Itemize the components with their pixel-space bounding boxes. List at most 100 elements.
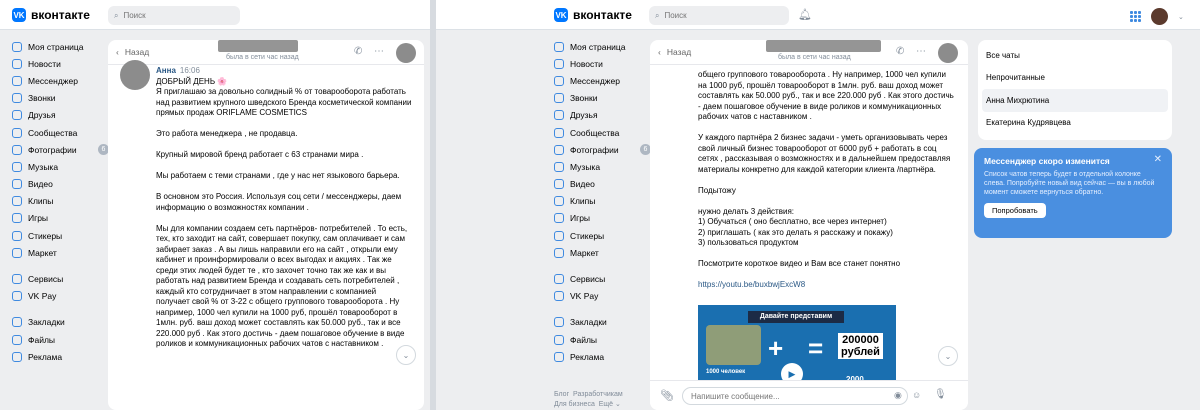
smile-icon[interactable]: ☺ [912,390,921,400]
nav-item-user[interactable]: Моя страница [554,38,659,55]
nav-item-label: VK Pay [570,291,599,302]
back-button[interactable]: Назад [125,47,149,57]
nav-item-services[interactable]: Сервисы [12,270,117,287]
contact-avatar[interactable] [938,43,958,63]
chat-filter-item[interactable]: Все чаты [978,44,1172,67]
chat-list-item[interactable]: Анна Михрютина [982,89,1168,112]
footer-blog[interactable]: Блог [554,391,569,398]
nav-item-communities[interactable]: Сообщества [12,124,117,141]
search-input[interactable] [123,11,225,20]
more-icon[interactable]: ⋯ [916,46,926,57]
close-icon[interactable]: ✕ [1154,154,1162,165]
nav-item-services[interactable]: Сервисы [554,270,659,287]
back-icon[interactable]: ‹ [116,47,119,57]
nav-item-friends[interactable]: Друзья [554,107,659,124]
notifications-icon[interactable]: 🔔︎ [798,8,812,21]
video-preview[interactable]: Давайте представим + = 200000 рублей 100… [698,305,896,385]
nav-item-market[interactable]: Маркет [12,244,117,261]
scroll-down-button[interactable]: ⌄ [396,345,416,365]
messenger-icon [554,75,564,86]
nav-item-clips[interactable]: Клипы [12,193,117,210]
profile-avatar[interactable] [1151,8,1168,25]
video-amount: 200000 рублей [838,333,883,359]
nav-item-user[interactable]: Моя страница [12,38,117,55]
nav-item-bookmarks[interactable]: Закладки [554,314,659,331]
music-icon [554,161,564,172]
online-status: была в сети час назад [778,54,851,61]
nav-item-vkpay[interactable]: VK Pay [12,288,117,305]
vk-logo[interactable]: VK вконтакте [554,8,632,22]
nav-item-communities[interactable]: Сообщества [554,124,659,141]
nav-item-messenger[interactable]: Мессенджер [554,72,659,89]
chat-filter-panel: Все чаты Непрочитанные Анна Михрютина Екате… [978,40,1172,140]
search-box[interactable]: ⌕ [649,6,789,25]
nav-item-phone[interactable]: Звонки [12,90,117,107]
nav-item-stickers[interactable]: Стикеры [12,227,117,244]
nav-item-photos[interactable]: Фотографии 6 [12,141,117,158]
message-input[interactable] [682,387,908,405]
nav-item-market[interactable]: Маркет [554,244,659,261]
chat-list-item[interactable]: Екатерина Кудрявцева [978,112,1172,135]
nav-divider [554,261,659,270]
contact-avatar[interactable] [396,43,416,63]
nav-item-video[interactable]: Видео [12,176,117,193]
video-banner: Давайте представим [748,311,844,323]
nav-item-music[interactable]: Музыка [554,158,659,175]
bookmarks-icon [554,317,564,328]
footer-more[interactable]: Ещё ⌄ [599,401,621,408]
nav-item-bookmarks[interactable]: Закладки [12,314,117,331]
nav-item-video[interactable]: Видео [554,176,659,193]
more-icon[interactable]: ⋯ [374,46,384,57]
attach-icon[interactable]: 📎︎ [660,389,674,402]
nav-item-files[interactable]: Файлы [12,331,117,348]
message-paragraph: У каждого партнёра 2 бизнес задачи - уме… [698,133,951,174]
clips-icon [554,196,564,207]
footer-devs[interactable]: Разработчикам [573,391,623,398]
voice-icon[interactable]: 🎙︎ [934,389,947,400]
camera-icon[interactable]: ◉ [894,390,902,401]
nav-item-stickers[interactable]: Стикеры [554,227,659,244]
call-icon[interactable]: ✆ [354,46,362,57]
nav-item-friends[interactable]: Друзья [12,107,117,124]
footer-biz[interactable]: Для бизнеса [554,401,595,408]
back-button[interactable]: Назад [667,47,691,57]
nav-item-label: Музыка [28,161,59,172]
files-icon [12,334,22,345]
people-illustration [706,325,761,365]
try-button[interactable]: Попробовать [984,203,1046,218]
search-box[interactable]: ⌕ [108,6,240,25]
author-avatar[interactable] [120,60,150,90]
nav-item-phone[interactable]: Звонки [554,90,659,107]
call-icon[interactable]: ✆ [896,46,904,57]
apps-grid-icon[interactable] [1130,11,1141,22]
nav-item-news[interactable]: Новости [554,55,659,72]
nav-item-photos[interactable]: Фотографии 6 [554,141,659,158]
nav-item-news[interactable]: Новости [12,55,117,72]
back-icon[interactable]: ‹ [658,47,661,57]
photos-icon [554,144,564,155]
scroll-down-button[interactable]: ⌄ [938,346,958,366]
author-name[interactable]: Анна [156,66,176,75]
video-link[interactable]: https://youtu.be/buxbwjExcW8 [698,280,956,291]
nav-item-games[interactable]: Игры [12,210,117,227]
vk-logo[interactable]: VK вконтакте [12,8,90,22]
nav-item-label: Друзья [570,110,598,121]
message-paragraph: Мы для компании создаем сеть партнёров- … [156,223,408,349]
nav-item-ads[interactable]: Реклама [554,348,659,365]
nav-item-messenger[interactable]: Мессенджер [12,72,117,89]
nav-item-music[interactable]: Музыка [12,158,117,175]
brand-name: вконтакте [573,8,632,22]
nav-item-ads[interactable]: Реклама [12,348,117,365]
chat-filter-item[interactable]: Непрочитанные [978,67,1172,90]
nav-item-files[interactable]: Файлы [554,331,659,348]
brand-name: вконтакте [31,8,90,22]
nav-item-clips[interactable]: Клипы [554,193,659,210]
online-status: была в сети час назад [226,54,299,61]
nav-item-label: Стикеры [28,230,63,241]
chevron-down-icon[interactable]: ⌄ [1178,13,1184,21]
composer: 📎︎ ◉ ☺ 🎙︎ [650,380,968,410]
nav-item-vkpay[interactable]: VK Pay [554,288,659,305]
nav-item-games[interactable]: Игры [554,210,659,227]
user-icon [12,41,22,52]
search-input[interactable] [664,11,772,20]
